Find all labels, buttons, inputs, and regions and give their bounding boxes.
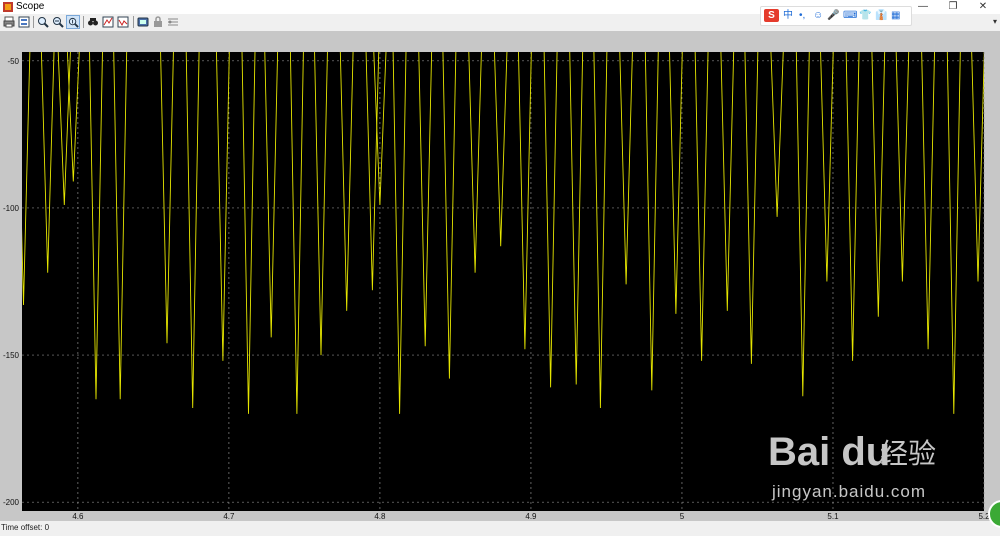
minimize-button[interactable]: — [908,0,938,14]
floating-scope-icon[interactable] [136,15,150,29]
toolbar-separator [83,16,84,28]
ime-toolbar: S 中 •, ☺ 🎤 ⌨ 👕 👔 ▦ [760,6,912,26]
lock-axes-icon[interactable] [151,15,165,29]
x-tick-label: 4.8 [374,512,386,521]
watermark-brand: Bai du [768,430,891,474]
save-axes-icon[interactable] [101,15,115,29]
autoscale-icon[interactable] [86,15,100,29]
ime-keyboard-icon[interactable]: ⌨ [843,9,857,22]
time-offset-readout: Time offset: 0 [1,523,49,533]
ime-emoji-icon[interactable]: ☺ [813,9,823,22]
y-tick-label: -150 [3,351,20,360]
toolbar-separator [133,16,134,28]
zoom-y-icon[interactable] [66,15,80,29]
ime-grid-icon[interactable]: ▦ [891,9,900,22]
window-title: Scope [16,1,45,12]
simulink-scope-icon [3,2,13,12]
params-icon[interactable] [17,15,31,29]
signal-selection-icon[interactable] [166,15,180,29]
chevron-down-icon[interactable]: ▾ [993,17,997,26]
watermark-product: 经验 [880,438,937,469]
ime-punctuation-icon[interactable]: •, [799,9,805,22]
baidu-watermark: Bai du 经验 jingyan.baidu.com [768,428,958,516]
time-offset-value: 0 [44,523,50,532]
x-tick-label: 5 [680,512,685,521]
y-tick-label: -200 [3,498,20,507]
toolbar-separator [33,16,34,28]
y-tick-label: -100 [3,204,20,213]
restore-button[interactable]: ❐ [938,0,968,14]
close-button[interactable]: ✕ [968,0,998,14]
ime-voice-icon[interactable]: 🎤 [827,9,839,22]
x-tick-label: 4.9 [525,512,537,521]
sogou-logo-icon[interactable]: S [764,9,779,22]
x-tick-label: 4.7 [223,512,235,521]
status-bar: Time offset: 0 [0,521,1000,536]
ime-skin-icon[interactable]: 👕 [859,9,871,22]
y-tick-label: -50 [7,57,19,66]
zoom-x-icon[interactable] [51,15,65,29]
x-tick-label: 4.6 [72,512,84,521]
watermark-url: jingyan.baidu.com [772,482,927,501]
zoom-in-icon[interactable] [36,15,50,29]
ime-language[interactable]: 中 [783,9,793,22]
time-offset-label: Time offset: [1,523,43,532]
restore-axes-icon[interactable] [116,15,130,29]
ime-tools-icon[interactable]: 👔 [875,9,887,22]
print-icon[interactable] [2,15,16,29]
